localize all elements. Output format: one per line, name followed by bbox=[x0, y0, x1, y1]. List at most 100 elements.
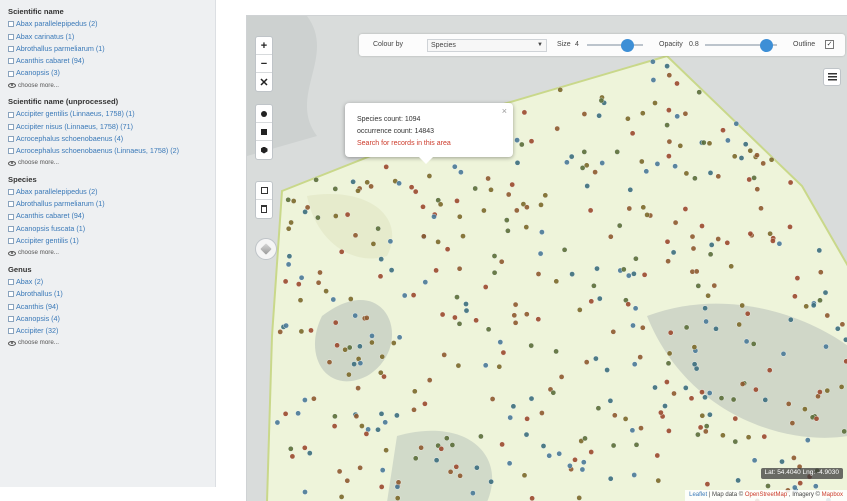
facet-item[interactable]: Acanopsis fuscata (1) bbox=[8, 223, 209, 235]
colour-by-select[interactable]: Species ▼ bbox=[427, 39, 547, 52]
checkbox-icon[interactable] bbox=[8, 21, 14, 28]
draw-rectangle-button[interactable] bbox=[256, 123, 272, 141]
occurrence-dot bbox=[767, 230, 773, 237]
leaflet-link[interactable]: Leaflet bbox=[689, 492, 707, 498]
draw-circle-button[interactable] bbox=[256, 105, 272, 123]
occurrence-dot bbox=[594, 265, 600, 272]
facet-item-label: Abrothallus parmeliarum (1) bbox=[16, 199, 105, 209]
choose-more-link[interactable]: choose more... bbox=[8, 157, 209, 169]
facet-item[interactable]: Acanopsis (4) bbox=[8, 313, 209, 325]
checkbox-icon[interactable] bbox=[8, 279, 14, 286]
occurrence-dot bbox=[378, 410, 385, 417]
occurrence-dot bbox=[453, 463, 460, 470]
size-slider-handle[interactable] bbox=[621, 39, 635, 52]
occurrence-dot bbox=[588, 298, 595, 305]
facet-item[interactable]: Acanthis cabaret (94) bbox=[8, 210, 209, 222]
fullscreen-button[interactable]: ✕ bbox=[256, 73, 272, 91]
occurrence-dot bbox=[307, 450, 313, 456]
base-layers-button[interactable] bbox=[255, 238, 277, 260]
occurrence-dot bbox=[843, 358, 847, 365]
checkbox-icon[interactable] bbox=[8, 111, 14, 118]
occurrence-dot bbox=[691, 344, 698, 350]
occurrence-dot bbox=[699, 389, 705, 395]
facet-item-label: Acanopsis (4) bbox=[16, 313, 60, 323]
occurrence-dot bbox=[671, 390, 677, 397]
zoom-out-button[interactable]: − bbox=[256, 55, 272, 73]
occurrence-dot bbox=[290, 198, 297, 204]
occurrence-dot bbox=[696, 89, 703, 95]
occurrence-dot bbox=[607, 233, 614, 240]
imagery-text: , Imagery © bbox=[788, 492, 820, 498]
checkbox-icon[interactable] bbox=[8, 148, 14, 155]
draw-polygon-button[interactable] bbox=[256, 141, 272, 159]
opacity-slider-handle[interactable] bbox=[760, 39, 774, 52]
checkbox-icon[interactable] bbox=[8, 213, 14, 220]
legend-button[interactable] bbox=[823, 68, 841, 86]
outline-checkbox[interactable]: ✓ bbox=[825, 40, 834, 49]
checkbox-icon[interactable] bbox=[8, 225, 14, 232]
facet-item[interactable]: Abax parallelepipedus (2) bbox=[8, 18, 209, 30]
occurrence-dot bbox=[377, 369, 384, 376]
facet-item[interactable]: Abax carinatus (1) bbox=[8, 31, 209, 43]
checkbox-icon[interactable] bbox=[8, 238, 14, 245]
facet-item[interactable]: Abax parallelepipedus (2) bbox=[8, 186, 209, 198]
occurrence-dot bbox=[537, 250, 544, 257]
checkbox-icon[interactable] bbox=[8, 123, 14, 130]
checkbox-icon[interactable] bbox=[8, 136, 14, 143]
occurrence-dot bbox=[506, 460, 513, 467]
occurrence-dot bbox=[352, 312, 358, 319]
facet-item[interactable]: Abrothallus parmeliarum (1) bbox=[8, 198, 209, 210]
occurrence-dot bbox=[441, 352, 447, 358]
occurrence-dot bbox=[528, 342, 535, 349]
occurrence-dot bbox=[736, 321, 743, 328]
facet-item[interactable]: Acrocephalus schoenobaenus (Linnaeus, 17… bbox=[8, 145, 209, 157]
occurrence-dot bbox=[705, 292, 711, 299]
occurrence-dot bbox=[357, 343, 363, 350]
checkbox-icon[interactable] bbox=[8, 315, 14, 322]
checkbox-icon[interactable] bbox=[8, 328, 14, 335]
checkbox-icon[interactable] bbox=[8, 303, 14, 310]
checkbox-icon[interactable] bbox=[8, 33, 14, 40]
facet-item[interactable]: Acanthis (94) bbox=[8, 301, 209, 313]
choose-more-label: choose more... bbox=[18, 249, 59, 257]
occurrence-dot bbox=[665, 360, 672, 367]
checkbox-icon[interactable] bbox=[8, 70, 14, 77]
occurrence-dot bbox=[298, 274, 305, 281]
map-canvas[interactable] bbox=[247, 16, 847, 501]
facet-item[interactable]: Acanthis cabaret (94) bbox=[8, 55, 209, 67]
checkbox-icon[interactable] bbox=[8, 291, 14, 298]
search-records-link[interactable]: Search for records in this area bbox=[357, 138, 503, 150]
facet-item[interactable]: Acrocephalus schoenobaenus (4) bbox=[8, 133, 209, 145]
size-slider[interactable] bbox=[587, 39, 643, 52]
occurrence-dot bbox=[611, 412, 618, 419]
facet-item[interactable]: Acanopsis (3) bbox=[8, 67, 209, 79]
checkbox-icon[interactable] bbox=[8, 189, 14, 195]
occurrence-dot bbox=[553, 348, 559, 355]
checkbox-icon[interactable] bbox=[8, 58, 14, 65]
occurrence-dot bbox=[682, 206, 689, 212]
osm-link[interactable]: OpenStreetMap bbox=[745, 492, 787, 498]
facet-item[interactable]: Abax (2) bbox=[8, 276, 209, 288]
choose-more-link[interactable]: choose more... bbox=[8, 247, 209, 259]
choose-more-link[interactable]: choose more... bbox=[8, 80, 209, 92]
checkbox-icon[interactable] bbox=[8, 201, 14, 208]
edit-layers-button[interactable] bbox=[256, 182, 272, 200]
facet-item[interactable]: Abrothallus parmeliarum (1) bbox=[8, 43, 209, 55]
checkbox-icon[interactable] bbox=[8, 46, 14, 53]
occurrence-dot bbox=[567, 462, 573, 469]
occurrence-dot bbox=[595, 405, 602, 412]
occurrence-dot bbox=[630, 322, 636, 329]
opacity-slider[interactable] bbox=[705, 39, 777, 52]
zoom-in-button[interactable]: + bbox=[256, 37, 272, 55]
delete-layers-button[interactable] bbox=[256, 200, 272, 218]
choose-more-link[interactable]: choose more... bbox=[8, 337, 209, 349]
facet-item[interactable]: Accipiter gentilis (1) bbox=[8, 235, 209, 247]
map-view[interactable]: Colour by Species ▼ Size 4 Opacity 0.8 O… bbox=[246, 15, 847, 501]
mapbox-link[interactable]: Mapbox bbox=[822, 492, 843, 498]
facet-item[interactable]: Abrothallus (1) bbox=[8, 288, 209, 300]
facet-item[interactable]: Accipiter nisus (Linnaeus, 1758) (71) bbox=[8, 121, 209, 133]
popup-close-button[interactable]: × bbox=[502, 105, 507, 117]
occurrence-dot bbox=[838, 384, 845, 390]
facet-item[interactable]: Accipiter gentilis (Linnaeus, 1758) (1) bbox=[8, 108, 209, 120]
facet-item[interactable]: Accipiter (32) bbox=[8, 325, 209, 337]
